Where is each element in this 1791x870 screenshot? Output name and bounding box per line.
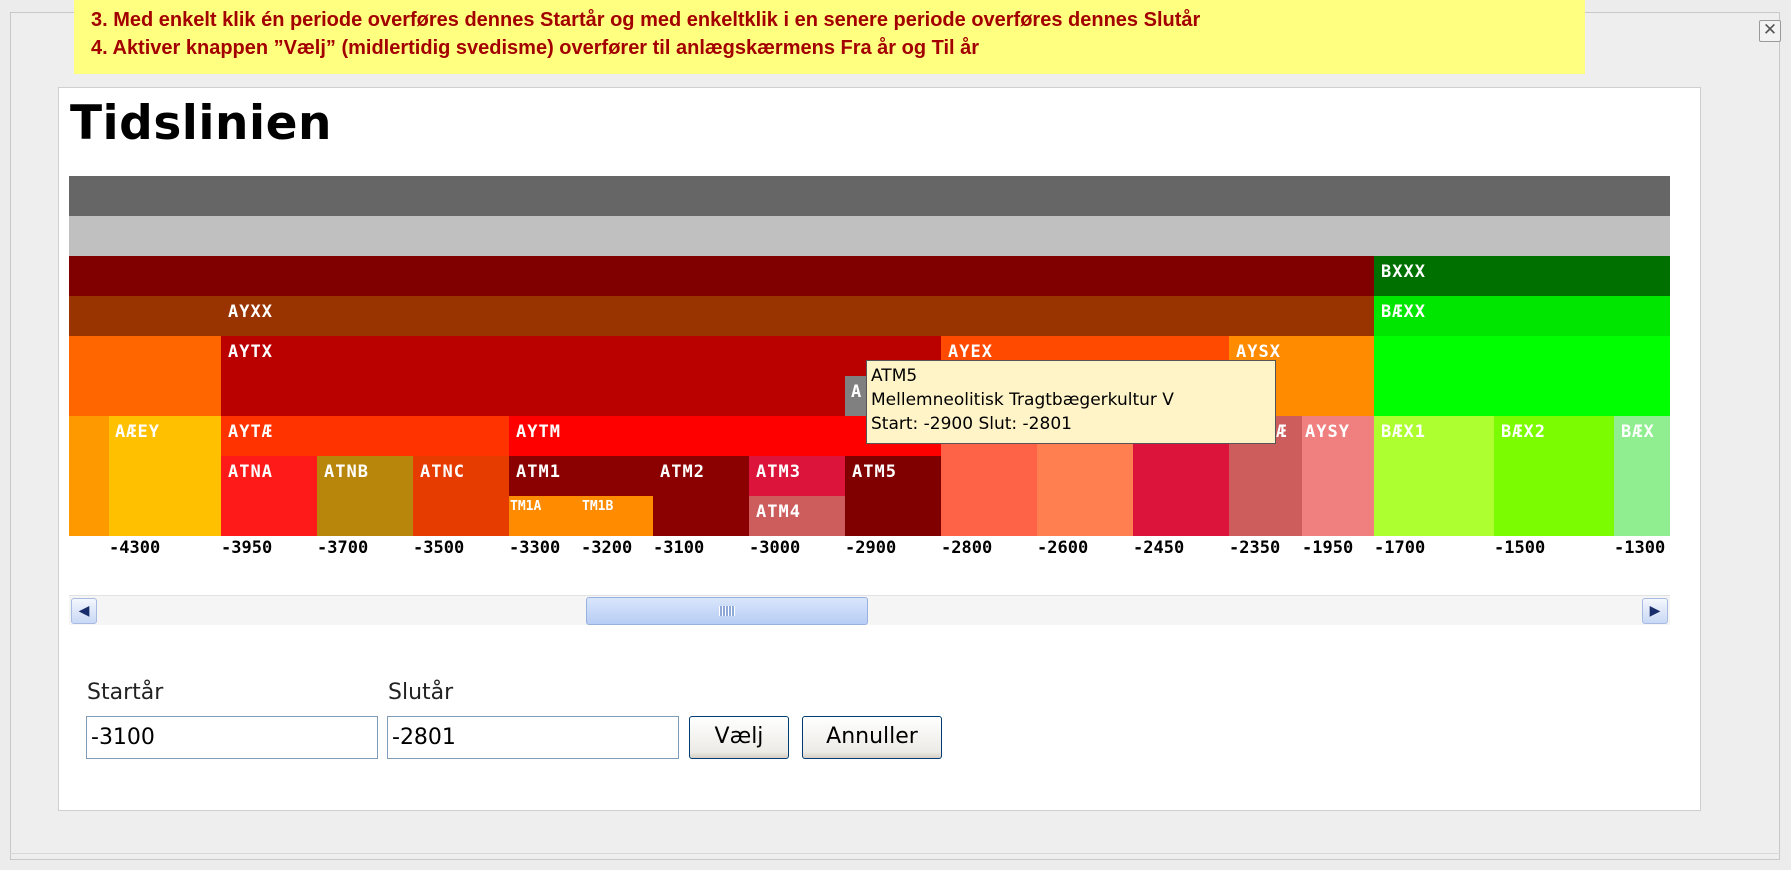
period-orange-prefix[interactable]	[69, 336, 221, 416]
start-year-label: Startår	[87, 680, 164, 705]
period-baex1[interactable]: BÆX1	[1374, 416, 1494, 536]
period-atm4[interactable]: ATM4	[749, 496, 845, 536]
instruction-step-4: 4. Aktiver knappen ”Vælj” (midlertidig s…	[91, 37, 980, 59]
period-label: ATM2	[660, 462, 705, 482]
timeline-chart: BXXX AYXX BÆXX AYTX AYEX AYSX A X AÆEY A…	[69, 176, 1670, 538]
period-label: BÆX1	[1381, 422, 1426, 442]
axis-tick: -3100	[653, 538, 705, 558]
timeline-scrollbar[interactable]: ◀ ▶	[69, 595, 1670, 625]
axis-tick: -3300	[509, 538, 561, 558]
timeline-axis: -4300 -3950 -3700 -3500 -3300 -3200 -310…	[69, 538, 1670, 566]
period-hidden-gray[interactable]: A	[845, 376, 867, 416]
period-tooltip: ATM5 Mellemneolitisk Tragtbægerkultur V …	[866, 360, 1276, 444]
period-ayxx-prefix[interactable]	[69, 296, 221, 336]
period-label: ATNB	[324, 462, 369, 482]
period-label: AYTX	[228, 342, 273, 362]
period-atnb[interactable]: ATNB	[317, 456, 413, 536]
select-button[interactable]: Vælj	[689, 716, 789, 759]
period-atm3[interactable]: ATM3	[749, 456, 845, 496]
axis-tick: -1700	[1374, 538, 1426, 558]
period-atm2[interactable]: ATM2	[653, 456, 749, 536]
axis-tick: -3950	[221, 538, 273, 558]
period-tm1b[interactable]: TM1B	[581, 496, 653, 536]
period-label: BÆXX	[1381, 302, 1426, 322]
period-label: TM1B	[582, 499, 614, 514]
period-label: ATNC	[420, 462, 465, 482]
close-icon[interactable]: ✕	[1759, 20, 1781, 42]
period-atm1[interactable]: ATM1	[509, 456, 653, 496]
dialog-bottom-divider	[10, 853, 1780, 854]
period-orange-small[interactable]	[69, 416, 109, 536]
axis-tick: -2800	[941, 538, 993, 558]
instruction-step-3: 3. Med enkelt klik én periode overføres …	[91, 9, 1201, 31]
axis-tick: -2350	[1229, 538, 1281, 558]
axis-tick: -3000	[749, 538, 801, 558]
period-ayxx[interactable]: AYXX	[221, 296, 1374, 336]
scroll-thumb[interactable]	[586, 597, 868, 625]
axis-tick: -3700	[317, 538, 369, 558]
period-label: ATNA	[228, 462, 273, 482]
axis-tick: -2450	[1133, 538, 1185, 558]
tooltip-name: Mellemneolitisk Tragtbægerkultur V	[871, 390, 1174, 410]
start-year-input[interactable]: -3100	[86, 716, 378, 759]
period-aysy[interactable]: AYSY	[1302, 416, 1374, 536]
cancel-button[interactable]: Annuller	[802, 716, 942, 759]
tooltip-range: Start: -2900 Slut: -2801	[871, 414, 1072, 434]
period-baexx[interactable]: BÆXX	[1374, 296, 1670, 336]
period-label: ATM4	[756, 502, 801, 522]
period-aeey[interactable]: AÆEY	[109, 416, 221, 536]
period-atnc[interactable]: ATNC	[413, 456, 509, 536]
period-aytx[interactable]: AYTX	[221, 336, 941, 416]
period-a-root[interactable]	[69, 256, 1374, 296]
period-label: BXXX	[1381, 262, 1426, 282]
period-baex2[interactable]: BÆX2	[1494, 416, 1614, 536]
period-bxxx[interactable]: BXXX	[1374, 256, 1670, 296]
axis-tick: -3500	[413, 538, 465, 558]
end-year-input[interactable]: -2801	[387, 716, 679, 759]
period-label: ATM3	[756, 462, 801, 482]
period-atna[interactable]: ATNA	[221, 456, 317, 536]
period-label: ATM5	[852, 462, 897, 482]
axis-tick: -4300	[109, 538, 161, 558]
axis-tick: -1500	[1494, 538, 1546, 558]
period-tm1a[interactable]: TM1A	[509, 496, 581, 536]
axis-tick: -2900	[845, 538, 897, 558]
period-label: AYXX	[228, 302, 273, 322]
period-label: AÆEY	[115, 422, 160, 442]
period-label: ATM1	[516, 462, 561, 482]
period-label: A	[851, 382, 863, 402]
scroll-left-icon[interactable]: ◀	[71, 598, 97, 624]
period-green-upper[interactable]	[1374, 336, 1670, 416]
period-atm5[interactable]: ATM5	[845, 456, 941, 536]
end-year-label: Slutår	[388, 680, 454, 705]
period-label: BÆX2	[1501, 422, 1546, 442]
period-label: AYSX	[1236, 342, 1281, 362]
scroll-grip-icon	[719, 606, 735, 616]
period-label: AYTM	[516, 422, 561, 442]
axis-tick: -1950	[1302, 538, 1354, 558]
scroll-right-icon[interactable]: ▶	[1642, 598, 1668, 624]
period-aytae[interactable]: AYTÆ	[221, 416, 509, 456]
page-title: Tidslinien	[70, 96, 332, 151]
axis-tick: -2600	[1037, 538, 1089, 558]
tooltip-code: ATM5	[871, 366, 918, 386]
timeline-band-second[interactable]	[69, 216, 1670, 256]
period-label: TM1A	[510, 499, 542, 514]
axis-tick: -1300	[1614, 538, 1666, 558]
period-label: AYTÆ	[228, 422, 273, 442]
instruction-note: 3. Med enkelt klik én periode overføres …	[74, 0, 1585, 74]
axis-tick: -3200	[581, 538, 633, 558]
period-label: BÆX	[1621, 422, 1655, 442]
timeline-band-top[interactable]	[69, 176, 1670, 216]
period-label: AYSY	[1305, 422, 1350, 442]
period-baex3[interactable]: BÆX	[1614, 416, 1670, 536]
period-label: AYEX	[948, 342, 993, 362]
